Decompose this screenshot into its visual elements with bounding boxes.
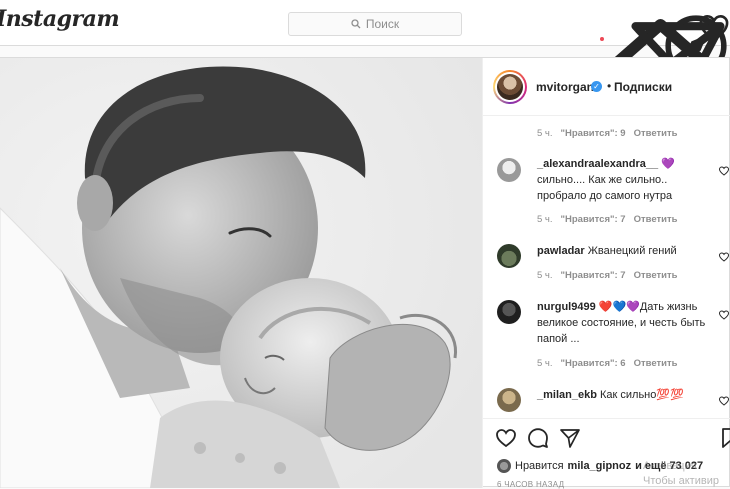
author-avatar[interactable] <box>493 70 527 104</box>
comment-text: _milan_ekb Как сильно💯💯 <box>537 387 715 403</box>
comment-time: 5 ч. <box>537 214 553 225</box>
comment-meta: 5 ч. "Нравится": 9 Ответить <box>537 128 678 139</box>
comment-text: nurgul9499 ❤️💙💜Дать жизнь великое состоя… <box>537 299 715 347</box>
comment-reply-button[interactable]: Ответить <box>634 128 678 139</box>
search-placeholder: Поиск <box>365 17 400 31</box>
post-timestamp[interactable]: 6 ЧАСОВ НАЗАД <box>497 480 564 489</box>
share-direct-icon[interactable] <box>559 427 581 449</box>
search-icon <box>351 19 361 29</box>
comment-bubble-icon[interactable] <box>527 427 549 449</box>
comment-avatar[interactable] <box>497 244 521 268</box>
like-heart-icon[interactable] <box>495 427 517 449</box>
comment-username[interactable]: nurgul9499 <box>537 301 596 313</box>
comments-list: 5 ч. "Нравится": 9 Ответить _alexandraal… <box>483 116 730 418</box>
comment-username[interactable]: _milan_ekb <box>537 389 597 401</box>
comment-meta: 5 ч. "Нравится": 6 Ответить <box>537 358 678 369</box>
liked-by-username[interactable]: mila_gipnoz <box>568 460 632 472</box>
comment-like-heart-icon[interactable] <box>719 252 729 262</box>
post-sidebar: mvitorgan ✓ • Подписки 5 ч. "Нравится": … <box>482 58 730 489</box>
liker-avatar[interactable] <box>497 459 511 473</box>
top-navigation-bar: Instagram Поиск <box>0 0 730 138</box>
comment-like-heart-icon[interactable] <box>719 166 729 176</box>
header-separator: • <box>607 79 612 93</box>
comment-text: pawladar Жванецкий гений <box>537 243 715 259</box>
comment-reply-button[interactable]: Ответить <box>634 270 678 281</box>
comment-body: Как сильно💯💯 <box>599 389 684 401</box>
comment-reply-button[interactable]: Ответить <box>634 214 678 225</box>
liked-by-prefix: Нравится <box>515 460 564 472</box>
comment-avatar[interactable] <box>497 158 521 182</box>
home-active-indicator <box>600 37 604 41</box>
search-input[interactable]: Поиск <box>288 12 462 36</box>
post-card: mvitorgan ✓ • Подписки 5 ч. "Нравится": … <box>0 57 730 489</box>
comment-meta: 5 ч. "Нравится": 7 Ответить <box>537 270 678 281</box>
verified-badge-icon: ✓ <box>591 81 602 92</box>
comment-body: Жванецкий гений <box>587 245 677 257</box>
comment-text: _alexandraalexandra__ 💜 сильно.... Как ж… <box>537 156 715 204</box>
comment-like-heart-icon[interactable] <box>719 396 729 406</box>
save-bookmark-icon[interactable] <box>719 427 730 449</box>
comment-username[interactable]: pawladar <box>537 245 585 257</box>
comment-likes[interactable]: "Нравится": 7 <box>561 270 626 281</box>
comment-likes[interactable]: "Нравится": 6 <box>561 358 626 369</box>
comment-time: 5 ч. <box>537 128 553 139</box>
author-username[interactable]: mvitorgan <box>536 80 594 94</box>
comment-like-heart-icon[interactable] <box>719 310 729 320</box>
comment-username[interactable]: _alexandraalexandra__ <box>537 158 658 170</box>
post-image-illustration <box>0 58 482 488</box>
watermark-line-1: Активация <box>643 460 697 472</box>
post-photo[interactable] <box>0 58 482 488</box>
instagram-logo[interactable]: Instagram <box>0 6 120 32</box>
post-header: mvitorgan ✓ • Подписки <box>483 58 730 116</box>
comment-reply-button[interactable]: Ответить <box>634 358 678 369</box>
comment-likes[interactable]: "Нравится": 9 <box>561 128 626 139</box>
following-button[interactable]: Подписки <box>614 80 672 94</box>
windows-activation-watermark: Активация Чтобы активир <box>643 459 719 489</box>
activity-heart-icon[interactable] <box>698 12 730 44</box>
comment-meta: 5 ч. "Нравится": 7 Ответить <box>537 214 678 225</box>
comment-likes[interactable]: "Нравится": 7 <box>561 214 626 225</box>
comment-avatar[interactable] <box>497 300 521 324</box>
post-actions-section: Нравится mila_gipnoz и ещё 73 027 6 ЧАСО… <box>483 418 730 489</box>
comment-time: 5 ч. <box>537 358 553 369</box>
comment-avatar[interactable] <box>497 388 521 412</box>
comment-time: 5 ч. <box>537 270 553 281</box>
